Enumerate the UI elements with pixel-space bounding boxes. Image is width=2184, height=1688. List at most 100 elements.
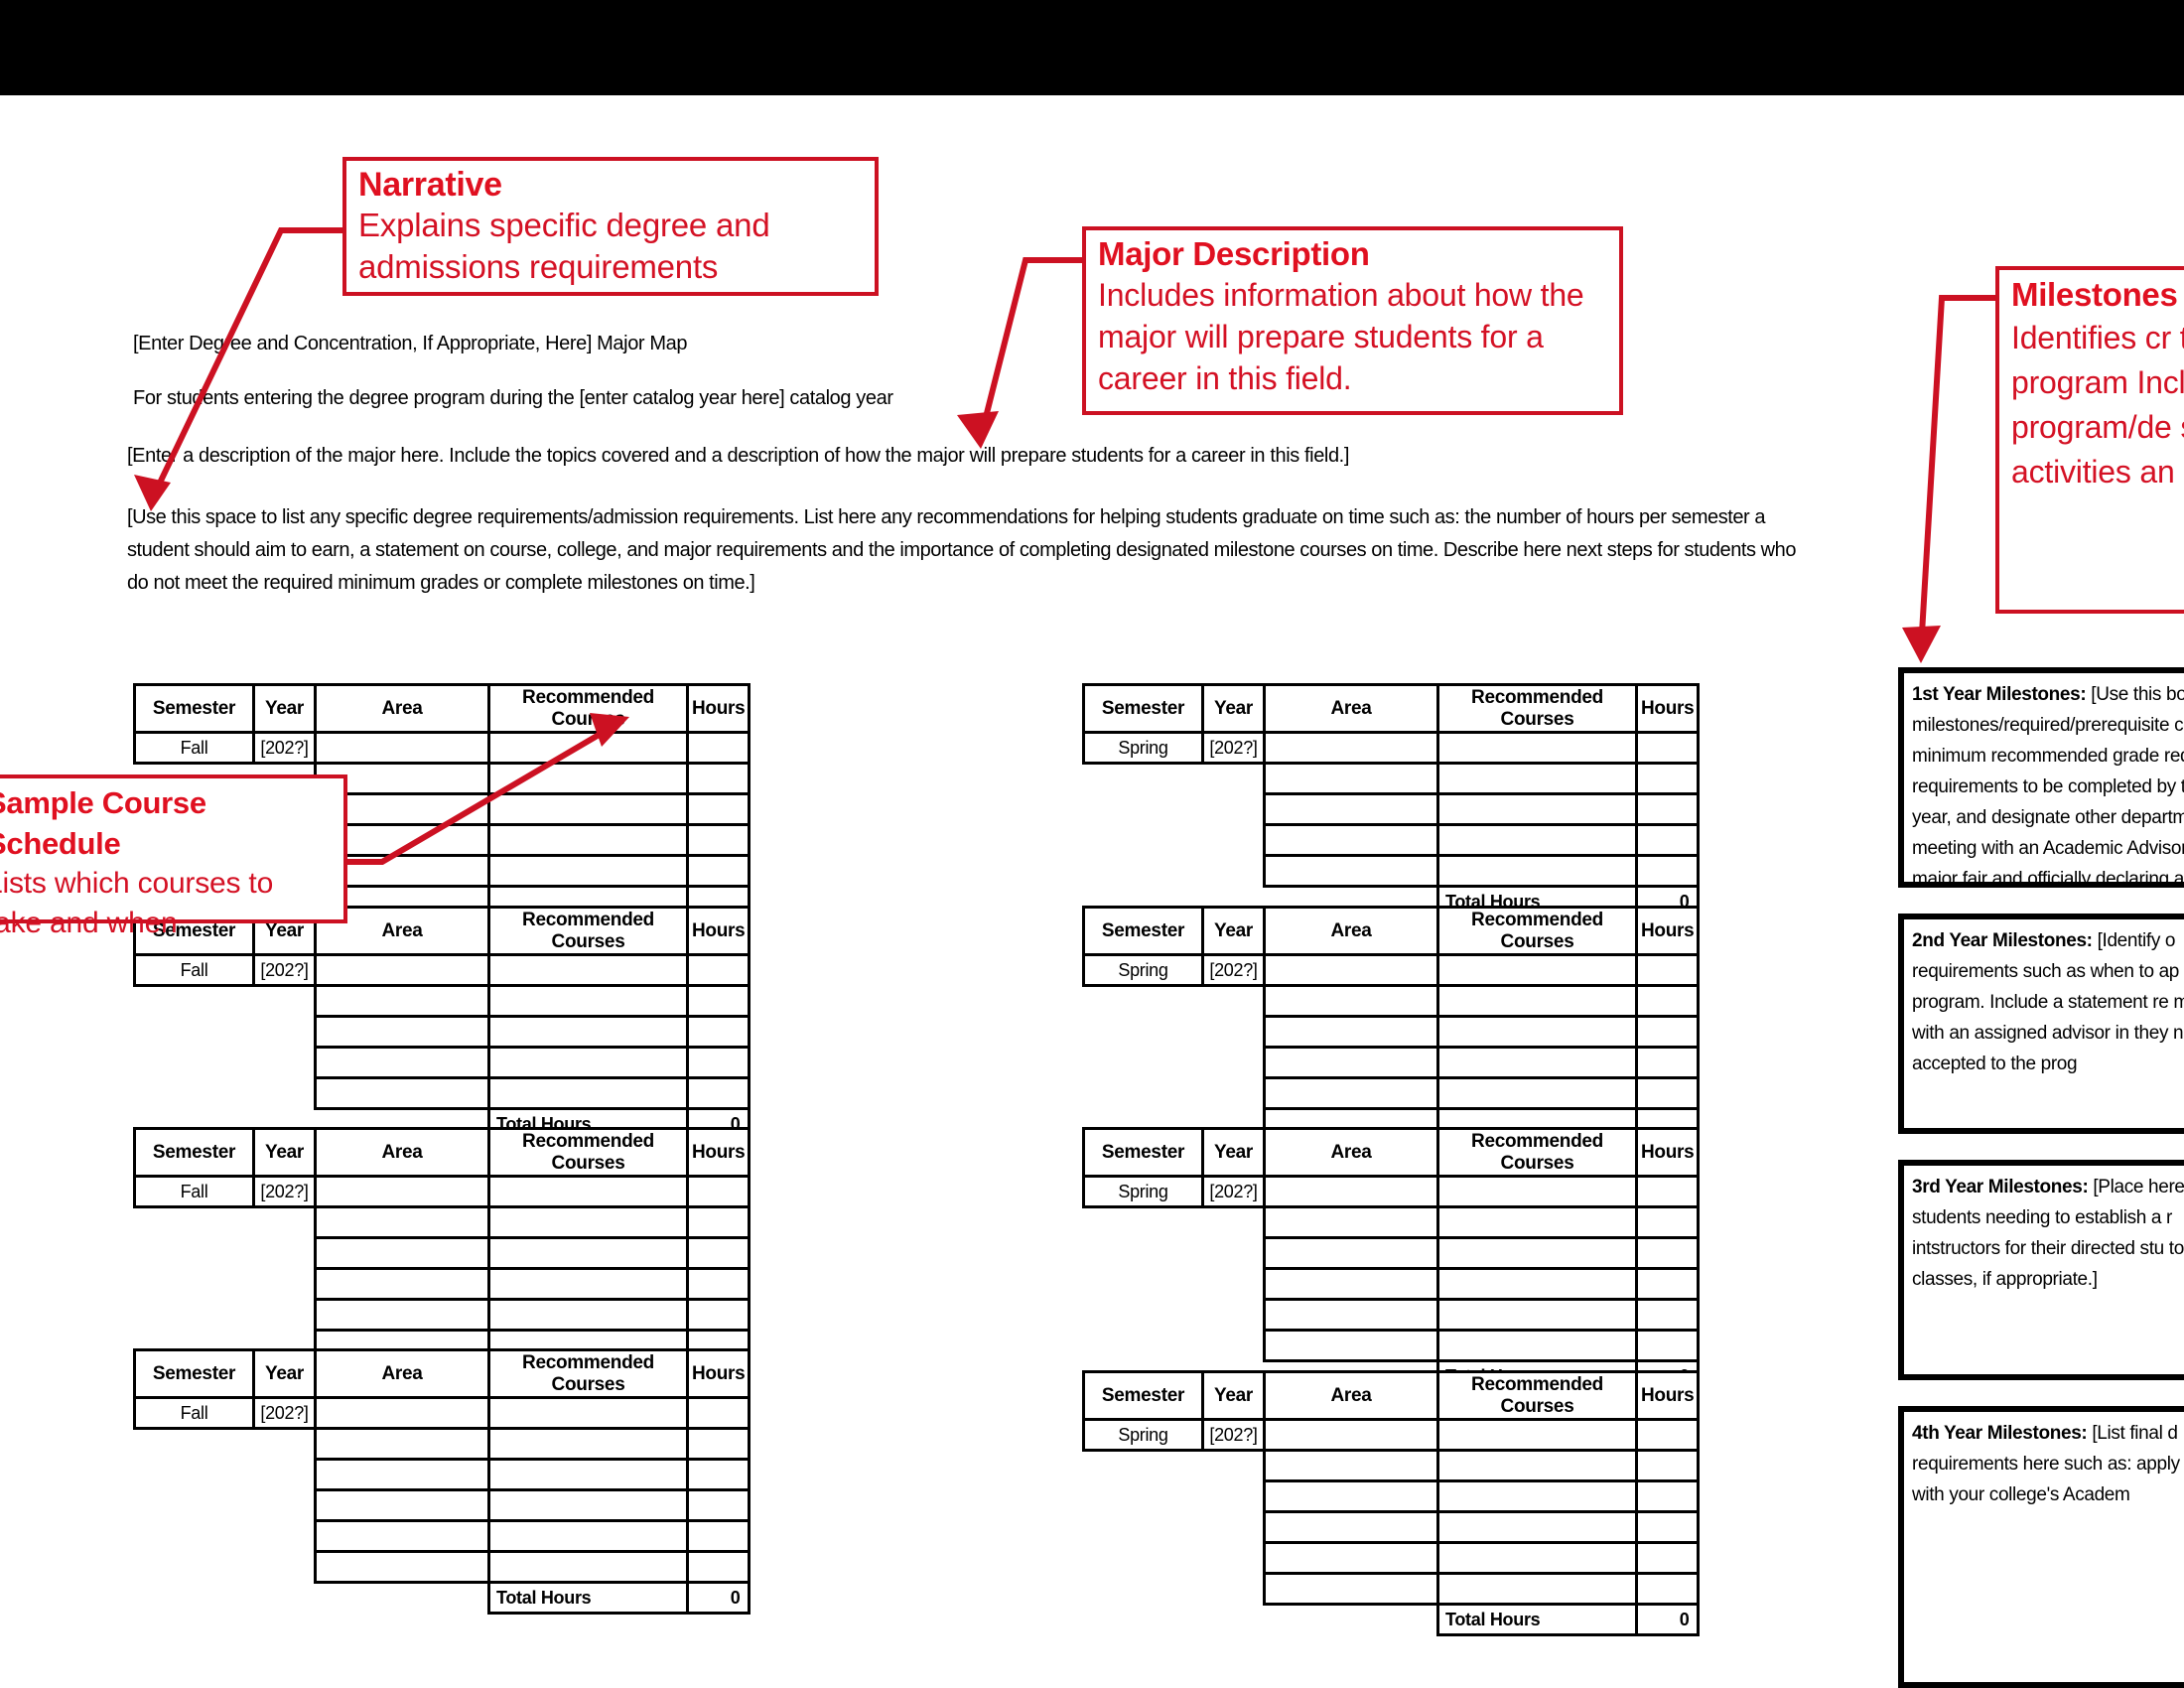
hours-cell[interactable] bbox=[1634, 1175, 1701, 1208]
recommended-cell[interactable] bbox=[1436, 1449, 1638, 1482]
area-cell[interactable] bbox=[314, 1396, 490, 1430]
hours-cell[interactable] bbox=[1634, 731, 1701, 765]
recommended-cell[interactable] bbox=[487, 1427, 689, 1461]
hours-cell[interactable] bbox=[1634, 823, 1701, 857]
hours-cell[interactable] bbox=[685, 792, 751, 826]
area-cell[interactable] bbox=[1263, 1298, 1439, 1332]
area-cell[interactable] bbox=[1263, 1076, 1439, 1110]
table-row[interactable]: Spring [202?] bbox=[1082, 1418, 1701, 1452]
table-row[interactable] bbox=[135, 1267, 751, 1301]
table-row[interactable]: Fall [202?] bbox=[133, 731, 751, 765]
table-row[interactable]: Fall [202?] bbox=[133, 953, 751, 987]
hours-cell[interactable] bbox=[685, 1175, 751, 1208]
recommended-cell[interactable] bbox=[1436, 1479, 1638, 1513]
recommended-cell[interactable] bbox=[487, 854, 689, 888]
area-cell[interactable] bbox=[314, 1267, 490, 1301]
table-row[interactable]: Spring [202?] bbox=[1082, 1175, 1701, 1208]
recommended-cell[interactable] bbox=[487, 953, 689, 987]
recommended-cell[interactable] bbox=[487, 762, 689, 795]
hours-cell[interactable] bbox=[685, 1519, 751, 1553]
table-row[interactable] bbox=[1084, 1329, 1701, 1362]
area-cell[interactable] bbox=[314, 953, 490, 987]
hours-cell[interactable] bbox=[1634, 1479, 1701, 1513]
area-cell[interactable] bbox=[1263, 1510, 1439, 1544]
hours-cell[interactable] bbox=[1634, 762, 1701, 795]
table-row[interactable] bbox=[135, 1298, 751, 1332]
area-cell[interactable] bbox=[1263, 792, 1439, 826]
table-row[interactable] bbox=[1084, 1076, 1701, 1110]
recommended-cell[interactable] bbox=[1436, 1572, 1638, 1606]
schedule-table-y1-spring[interactable]: Semester Year Area Recommended Courses Hours… bbox=[1082, 683, 1701, 918]
table-row[interactable] bbox=[1084, 1298, 1701, 1332]
table-row[interactable] bbox=[135, 1236, 751, 1270]
semester-cell[interactable]: Spring bbox=[1082, 731, 1204, 765]
table-row[interactable] bbox=[135, 1015, 751, 1049]
hours-cell[interactable] bbox=[1634, 1449, 1701, 1482]
hours-cell[interactable] bbox=[685, 1458, 751, 1491]
semester-cell[interactable]: Fall bbox=[133, 1396, 255, 1430]
recommended-cell[interactable] bbox=[1436, 1510, 1638, 1544]
recommended-cell[interactable] bbox=[487, 792, 689, 826]
table-row[interactable] bbox=[1084, 1015, 1701, 1049]
area-cell[interactable] bbox=[1263, 1205, 1439, 1239]
hours-cell[interactable] bbox=[685, 1298, 751, 1332]
hours-cell[interactable] bbox=[685, 854, 751, 888]
table-row[interactable] bbox=[1084, 1236, 1701, 1270]
area-cell[interactable] bbox=[314, 984, 490, 1018]
recommended-cell[interactable] bbox=[1436, 984, 1638, 1018]
table-row[interactable] bbox=[1084, 1205, 1701, 1239]
year-cell[interactable]: [202?] bbox=[252, 1396, 317, 1430]
area-cell[interactable] bbox=[1263, 823, 1439, 857]
schedule-table-y4-fall[interactable]: Semester Year Area Recommended Courses Hours… bbox=[133, 1348, 751, 1615]
table-row[interactable] bbox=[1084, 1449, 1701, 1482]
recommended-cell[interactable] bbox=[1436, 1015, 1638, 1049]
hours-cell[interactable] bbox=[1634, 1572, 1701, 1606]
recommended-cell[interactable] bbox=[1436, 1236, 1638, 1270]
recommended-cell[interactable] bbox=[487, 1396, 689, 1430]
table-row[interactable]: Fall [202?] bbox=[133, 1175, 751, 1208]
area-cell[interactable] bbox=[314, 1205, 490, 1239]
hours-cell[interactable] bbox=[685, 953, 751, 987]
recommended-cell[interactable] bbox=[1436, 854, 1638, 888]
recommended-cell[interactable] bbox=[1436, 762, 1638, 795]
semester-cell[interactable]: Fall bbox=[133, 731, 255, 765]
recommended-cell[interactable] bbox=[1436, 1205, 1638, 1239]
recommended-cell[interactable] bbox=[487, 1076, 689, 1110]
recommended-cell[interactable] bbox=[487, 1458, 689, 1491]
hours-cell[interactable] bbox=[685, 1046, 751, 1079]
schedule-table-y4-spring[interactable]: Semester Year Area Recommended Courses Hours… bbox=[1082, 1370, 1701, 1636]
year-cell[interactable]: [202?] bbox=[252, 731, 317, 765]
table-row[interactable]: Fall [202?] bbox=[133, 1396, 751, 1430]
semester-cell[interactable]: Fall bbox=[133, 953, 255, 987]
recommended-cell[interactable] bbox=[1436, 1418, 1638, 1452]
hours-cell[interactable] bbox=[1634, 1267, 1701, 1301]
table-row[interactable] bbox=[135, 1550, 751, 1584]
area-cell[interactable] bbox=[1263, 1236, 1439, 1270]
area-cell[interactable] bbox=[314, 1015, 490, 1049]
recommended-cell[interactable] bbox=[1436, 1046, 1638, 1079]
recommended-cell[interactable] bbox=[1436, 1329, 1638, 1362]
milestone-box-year-3[interactable]: 3rd Year Milestones: [Place here student… bbox=[1898, 1160, 2184, 1380]
hours-cell[interactable] bbox=[685, 1267, 751, 1301]
table-row[interactable] bbox=[135, 1205, 751, 1239]
area-cell[interactable] bbox=[1263, 1541, 1439, 1575]
recommended-cell[interactable] bbox=[487, 1488, 689, 1522]
milestone-box-year-1[interactable]: 1st Year Milestones: [Use this box t mil… bbox=[1898, 667, 2184, 888]
schedule-table-y3-spring[interactable]: Semester Year Area Recommended Courses Hours… bbox=[1082, 1127, 1701, 1393]
semester-cell[interactable]: Spring bbox=[1082, 953, 1204, 987]
table-row[interactable] bbox=[1084, 762, 1701, 795]
area-cell[interactable] bbox=[1263, 762, 1439, 795]
recommended-cell[interactable] bbox=[487, 1298, 689, 1332]
area-cell[interactable] bbox=[314, 1175, 490, 1208]
year-cell[interactable]: [202?] bbox=[1201, 1418, 1266, 1452]
recommended-cell[interactable] bbox=[1436, 1267, 1638, 1301]
table-row[interactable]: Spring [202?] bbox=[1082, 731, 1701, 765]
hours-cell[interactable] bbox=[685, 1488, 751, 1522]
recommended-cell[interactable] bbox=[487, 1015, 689, 1049]
recommended-cell[interactable] bbox=[487, 731, 689, 765]
hours-cell[interactable] bbox=[1634, 1236, 1701, 1270]
table-row[interactable] bbox=[1084, 1541, 1701, 1575]
area-cell[interactable] bbox=[314, 1427, 490, 1461]
hours-cell[interactable] bbox=[1634, 1510, 1701, 1544]
hours-cell[interactable] bbox=[685, 1015, 751, 1049]
